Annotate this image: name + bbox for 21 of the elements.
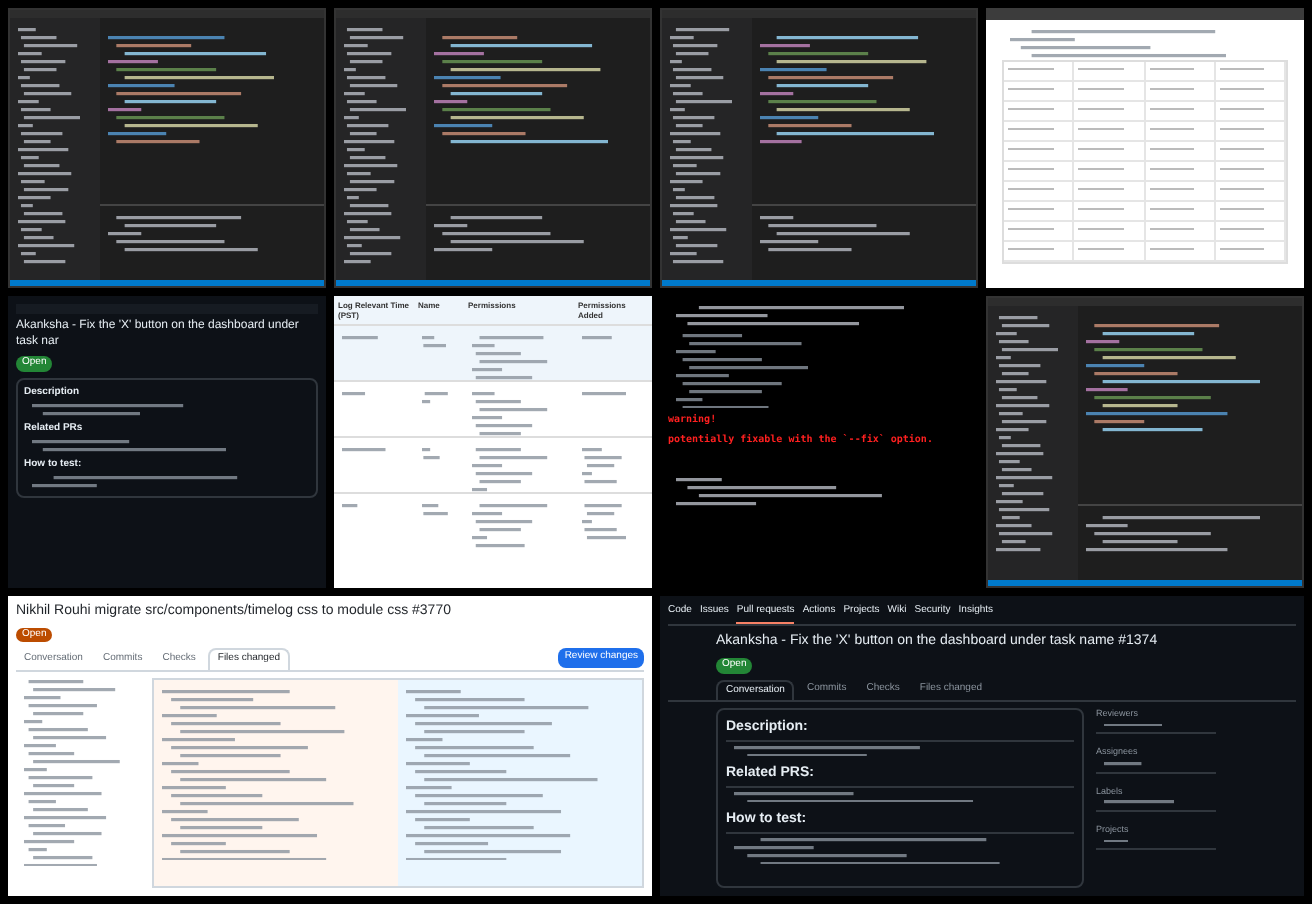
code-lines-drawing [582, 392, 627, 396]
code-lines-drawing [582, 448, 622, 484]
code-lines-drawing [472, 336, 548, 380]
code-lines-drawing [1104, 723, 1163, 727]
code-lines-drawing [1104, 839, 1129, 843]
code-lines-drawing [422, 504, 448, 516]
code-lines-drawing [342, 504, 358, 508]
code-lines-drawing [422, 392, 448, 404]
code-lines-drawing [422, 336, 447, 348]
code-lines-drawing [582, 336, 612, 340]
code-lines-drawing [472, 504, 548, 548]
code-lines-drawing [342, 336, 378, 340]
code-lines-drawing [472, 448, 548, 492]
code-lines-drawing [342, 392, 366, 396]
code-lines-drawing [1104, 800, 1175, 805]
code-lines-drawing [1104, 762, 1142, 766]
code-lines-drawing [472, 392, 548, 436]
code-lines-drawing [422, 448, 440, 460]
code-lines-drawing [342, 448, 386, 452]
code-lines-drawing [582, 504, 627, 540]
code-lines-drawing [676, 333, 809, 409]
